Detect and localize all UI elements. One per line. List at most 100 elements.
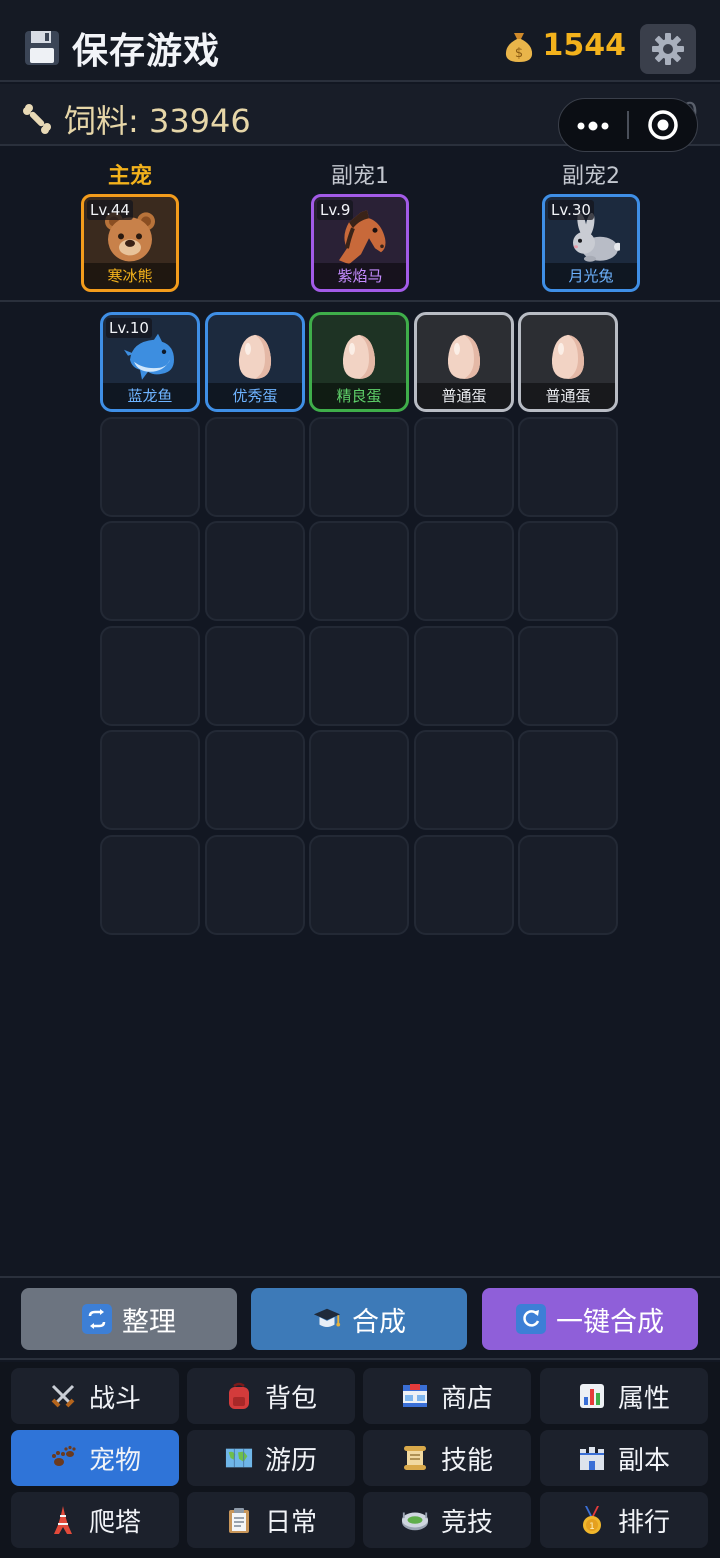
bone-icon bbox=[20, 102, 54, 136]
clipboard-icon bbox=[225, 1506, 253, 1534]
svg-text:1: 1 bbox=[589, 1522, 595, 1532]
nav-label: 日常 bbox=[264, 1507, 317, 1538]
empty-bag-slot[interactable] bbox=[414, 730, 514, 830]
nav-label: 排行 bbox=[617, 1507, 670, 1538]
nav-bar-chart-button[interactable]: 属性 bbox=[540, 1368, 708, 1424]
bag-item-name: 普通蛋 bbox=[417, 383, 511, 409]
sub-pet-1-card[interactable]: Lv.9 紫焰马 bbox=[311, 194, 409, 292]
settings-button[interactable] bbox=[640, 24, 696, 74]
main-pet-card[interactable]: Lv.44 寒冰熊 bbox=[81, 194, 179, 292]
nav-label: 属性 bbox=[617, 1383, 670, 1414]
empty-bag-slot[interactable] bbox=[100, 626, 200, 726]
empty-bag-slot[interactable] bbox=[518, 417, 618, 517]
empty-bag-slot[interactable] bbox=[205, 626, 305, 726]
sub-pet-2-card[interactable]: Lv.30 月光兔 bbox=[542, 194, 640, 292]
empty-bag-slot[interactable] bbox=[100, 730, 200, 830]
main-pet-label: 主宠 bbox=[107, 164, 152, 189]
one-click-merge-label: 一键合成 bbox=[556, 1306, 664, 1338]
mini-program-capsule bbox=[558, 98, 698, 152]
one-click-merge-button[interactable]: 一键合成 bbox=[482, 1288, 698, 1350]
svg-text:$: $ bbox=[514, 46, 522, 61]
bag-item-name: 蓝龙鱼 bbox=[103, 383, 197, 409]
nav-convenience-store-button[interactable]: 商店 bbox=[363, 1368, 531, 1424]
castle-icon bbox=[578, 1444, 606, 1472]
empty-bag-slot[interactable] bbox=[414, 835, 514, 935]
action-bar: 整理 合成 一键合成 bbox=[0, 1276, 720, 1360]
target-circle-icon bbox=[647, 109, 679, 141]
main-pet-slot: 主宠 Lv.44 寒冰熊 bbox=[70, 162, 190, 292]
sub-pet-1-slot: 副宠1 Lv.9 紫焰马 bbox=[300, 162, 420, 292]
nav-medal-button[interactable]: 1 排行 bbox=[540, 1492, 708, 1548]
empty-bag-slot[interactable] bbox=[518, 521, 618, 621]
sub-pet-1-label: 副宠1 bbox=[331, 164, 389, 189]
empty-bag-slot[interactable] bbox=[309, 521, 409, 621]
nav-tower-button[interactable]: 爬塔 bbox=[11, 1492, 179, 1548]
empty-bag-slot[interactable] bbox=[205, 521, 305, 621]
empty-bag-slot[interactable] bbox=[100, 417, 200, 517]
tidy-label: 整理 bbox=[122, 1306, 176, 1338]
nav-stadium-button[interactable]: 竞技 bbox=[363, 1492, 531, 1548]
nav-clipboard-button[interactable]: 日常 bbox=[187, 1492, 355, 1548]
empty-bag-slot[interactable] bbox=[309, 417, 409, 517]
nav-scroll-button[interactable]: 技能 bbox=[363, 1430, 531, 1486]
empty-bag-slot[interactable] bbox=[414, 521, 514, 621]
empty-bag-slot[interactable] bbox=[205, 417, 305, 517]
top-header: 保存游戏 $ 1544 bbox=[0, 0, 720, 82]
empty-bag-slot[interactable] bbox=[205, 730, 305, 830]
bag-egg-item[interactable]: 优秀蛋 bbox=[205, 312, 305, 412]
bag-item-name: 优秀蛋 bbox=[208, 383, 302, 409]
medal-icon: 1 bbox=[578, 1506, 606, 1534]
nav-world-map-button[interactable]: 游历 bbox=[187, 1430, 355, 1486]
empty-bag-slot[interactable] bbox=[518, 730, 618, 830]
equipped-pets-panel: 主宠 Lv.44 寒冰熊 副宠1 Lv.9 紫焰马 副宠2 Lv.30 月光兔 bbox=[0, 148, 720, 302]
capsule-close-button[interactable] bbox=[629, 98, 697, 152]
sub-pet-1-level: Lv.9 bbox=[317, 200, 354, 220]
nav-crossed-swords-button[interactable]: 战斗 bbox=[11, 1368, 179, 1424]
nav-label: 宠物 bbox=[88, 1445, 141, 1476]
empty-bag-slot[interactable] bbox=[414, 417, 514, 517]
bag-egg-item[interactable]: 普通蛋 bbox=[518, 312, 618, 412]
bag-item-name: 普通蛋 bbox=[521, 383, 615, 409]
nav-label: 游历 bbox=[264, 1445, 317, 1476]
main-pet-level: Lv.44 bbox=[87, 200, 133, 220]
empty-bag-slot[interactable] bbox=[309, 730, 409, 830]
crossed-swords-icon bbox=[49, 1382, 77, 1410]
money-bag-icon: $ bbox=[503, 29, 535, 63]
save-game-button[interactable]: 保存游戏 bbox=[24, 26, 220, 72]
bag-egg-item[interactable]: 精良蛋 bbox=[309, 312, 409, 412]
scroll-icon bbox=[401, 1444, 429, 1472]
nav-backpack-button[interactable]: 背包 bbox=[187, 1368, 355, 1424]
capsule-more-button[interactable] bbox=[559, 98, 627, 152]
paw-prints-icon bbox=[49, 1444, 77, 1472]
sub-pet-2-label: 副宠2 bbox=[562, 164, 620, 189]
nav-label: 战斗 bbox=[88, 1383, 141, 1414]
empty-bag-slot[interactable] bbox=[205, 835, 305, 935]
floppy-disk-icon bbox=[24, 30, 60, 66]
world-map-icon bbox=[225, 1444, 253, 1472]
stadium-icon bbox=[401, 1506, 429, 1534]
nav-castle-button[interactable]: 副本 bbox=[540, 1430, 708, 1486]
empty-bag-slot[interactable] bbox=[518, 626, 618, 726]
nav-label: 副本 bbox=[617, 1445, 670, 1476]
dolphin-icon bbox=[124, 332, 176, 386]
bag-egg-item[interactable]: 普通蛋 bbox=[414, 312, 514, 412]
nav-label: 爬塔 bbox=[88, 1507, 141, 1538]
nav-paw-prints-button[interactable]: 宠物 bbox=[11, 1430, 179, 1486]
sub-pet-2-level: Lv.30 bbox=[548, 200, 594, 220]
empty-bag-slot[interactable] bbox=[309, 835, 409, 935]
empty-bag-slot[interactable] bbox=[309, 626, 409, 726]
empty-bag-slot[interactable] bbox=[518, 835, 618, 935]
merge-button[interactable]: 合成 bbox=[251, 1288, 467, 1350]
empty-bag-slot[interactable] bbox=[414, 626, 514, 726]
tidy-button[interactable]: 整理 bbox=[21, 1288, 237, 1350]
sub-pet-2-name: 月光兔 bbox=[545, 263, 637, 289]
empty-bag-slot[interactable] bbox=[100, 521, 200, 621]
sub-pet-2-slot: 副宠2 Lv.30 月光兔 bbox=[531, 162, 651, 292]
bag-pet-item[interactable]: Lv.10 蓝龙鱼 bbox=[100, 312, 200, 412]
bag-item-level: Lv.10 bbox=[106, 318, 152, 338]
convenience-store-icon bbox=[401, 1382, 429, 1410]
more-dots-icon bbox=[576, 116, 610, 135]
empty-bag-slot[interactable] bbox=[100, 835, 200, 935]
bottom-nav: 战斗 背包 商店 属性宠物 游历 技能 副本爬塔 日常 竞技 1 排行 bbox=[0, 1362, 720, 1558]
refresh-icon bbox=[516, 1304, 546, 1334]
